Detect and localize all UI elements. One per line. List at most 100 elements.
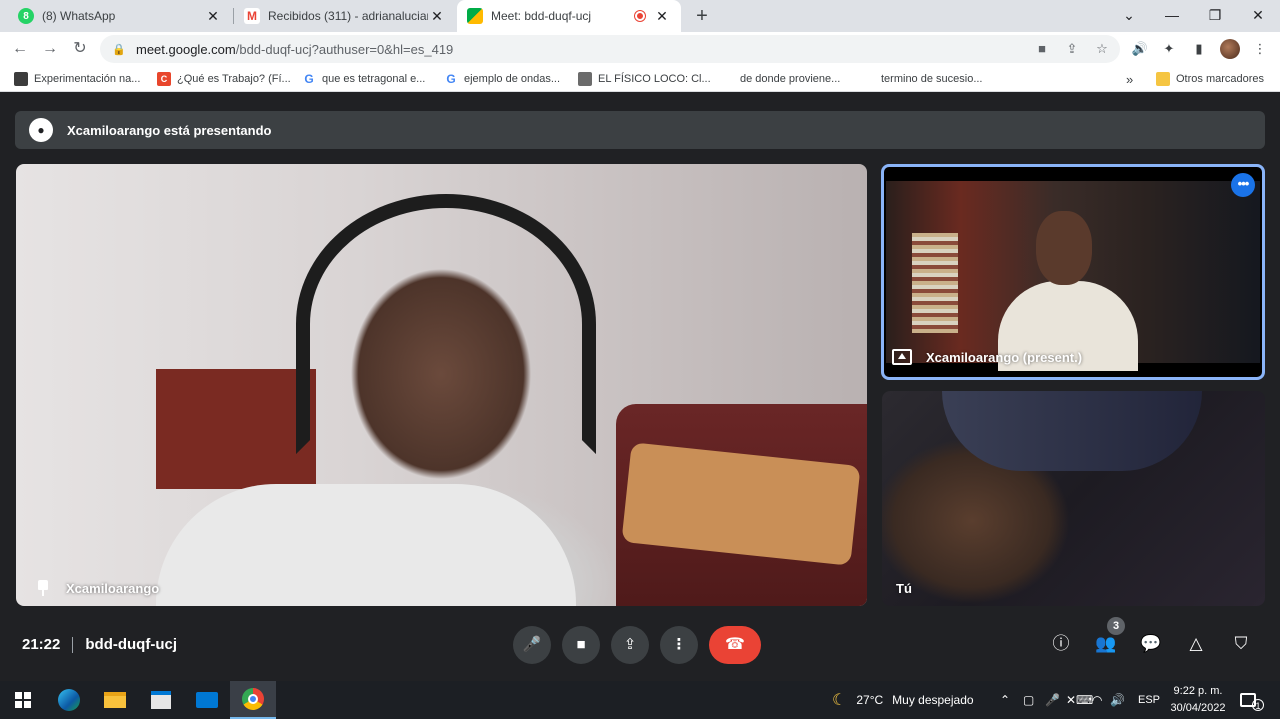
forward-arrow-icon[interactable]: → bbox=[38, 37, 62, 61]
tab-gmail[interactable]: M Recibidos (311) - adrianaluciarinc ✕ bbox=[234, 0, 456, 32]
notification-icon bbox=[1240, 693, 1256, 707]
meet-call-area: ● Xcamiloarango está presentando Xcamilo… bbox=[0, 93, 1280, 681]
meeting-code: bdd-duqf-ucj bbox=[85, 636, 178, 653]
bookmark-favicon-icon bbox=[14, 72, 28, 86]
bookmark-item[interactable]: Experimentación na... bbox=[14, 71, 140, 87]
google-icon: G bbox=[444, 72, 458, 86]
bookmark-favicon-icon bbox=[578, 72, 592, 86]
language-indicator[interactable]: ESP bbox=[1138, 681, 1160, 719]
main-participant-video[interactable]: Xcamiloarango bbox=[16, 164, 867, 606]
lock-icon: 🔒 bbox=[112, 43, 126, 56]
participant-name: Tú bbox=[896, 581, 912, 596]
address-bar[interactable]: 🔒 meet.google.com/bdd-duqf-ucj?authuser=… bbox=[100, 35, 1120, 63]
camera-icon[interactable]: ■ bbox=[1033, 41, 1051, 57]
meeting-details-info-icon[interactable]: ⓘ bbox=[1048, 631, 1074, 657]
bookmark-label: EL FÍSICO LOCO: Cl... bbox=[598, 73, 711, 85]
presenter-avatar: ● bbox=[29, 118, 53, 142]
windows-logo-icon bbox=[15, 692, 31, 708]
menu-dots-icon[interactable]: ⋮ bbox=[1250, 40, 1270, 58]
close-icon[interactable]: ✕ bbox=[428, 8, 446, 25]
minimize-button[interactable]: — bbox=[1150, 0, 1194, 32]
close-icon[interactable]: ✕ bbox=[653, 8, 671, 25]
wifi-icon[interactable]: ◠ bbox=[1092, 681, 1102, 719]
meet-tray-icon[interactable]: ▢ bbox=[1023, 681, 1034, 719]
folder-icon bbox=[1156, 72, 1170, 86]
tab-title: (8) WhatsApp bbox=[42, 9, 116, 23]
folder-icon bbox=[104, 692, 126, 708]
bookmark-item[interactable]: EL FÍSICO LOCO: Cl... bbox=[578, 71, 711, 87]
store-icon bbox=[151, 691, 171, 709]
bookmark-favicon-icon: C bbox=[157, 72, 171, 86]
mail-taskbar-button[interactable] bbox=[184, 681, 230, 719]
bookmark-item[interactable]: de donde proviene... bbox=[720, 71, 840, 87]
bookmark-item[interactable]: termino de sucesio... bbox=[861, 71, 983, 87]
participant-name: Xcamiloarango (present.) bbox=[926, 349, 1083, 365]
tab-whatsapp[interactable]: 8 (8) WhatsApp ✕ bbox=[8, 0, 232, 32]
presentation-tile[interactable]: ••• Xcamiloarango (present.) bbox=[881, 164, 1265, 380]
camera-button[interactable]: ■ bbox=[562, 626, 600, 664]
chrome-taskbar-button[interactable] bbox=[230, 681, 276, 719]
bookmark-item[interactable]: C ¿Qué es Trabajo? (Fí... bbox=[157, 71, 291, 87]
profile-avatar[interactable] bbox=[1220, 39, 1240, 59]
host-controls-shield-icon[interactable]: ⛉ bbox=[1228, 631, 1254, 657]
bookmark-star-icon[interactable]: ☆ bbox=[1093, 41, 1111, 57]
back-arrow-icon[interactable]: ← bbox=[8, 37, 32, 61]
share-icon[interactable]: ⇪ bbox=[1063, 41, 1081, 57]
new-tab-button[interactable]: + bbox=[690, 4, 714, 28]
meet-controls-bar: 21:22 bdd-duqf-ucj 🎤 ■ ⇪ ⋮ ☎ ⓘ 👥 3 💬 △ ⛉ bbox=[0, 614, 1280, 674]
participant-name: Xcamiloarango bbox=[66, 580, 160, 596]
edge-icon bbox=[58, 689, 80, 711]
other-bookmarks[interactable]: Otros marcadores bbox=[1156, 71, 1264, 87]
more-options-dots-icon[interactable]: ⋮ bbox=[660, 626, 698, 664]
meeting-info: 21:22 bdd-duqf-ucj bbox=[22, 636, 177, 653]
maximize-button[interactable]: ❐ bbox=[1193, 0, 1237, 32]
video-scenery bbox=[156, 484, 576, 606]
video-scenery bbox=[156, 369, 316, 489]
notifications-button[interactable]: 1 bbox=[1240, 681, 1264, 719]
tab-search-icon[interactable]: ⌄ bbox=[1107, 0, 1151, 32]
volume-icon[interactable]: 🔊 bbox=[1110, 681, 1125, 719]
more-bookmarks-chevron[interactable]: » bbox=[1126, 71, 1133, 87]
bookmark-label: ejemplo de ondas... bbox=[464, 73, 561, 85]
url-path: /bdd-duqf-ucj?authuser=0&hl=es_419 bbox=[235, 41, 454, 57]
browser-toolbar: ← → ↻ 🔒 meet.google.com/bdd-duqf-ucj?aut… bbox=[0, 32, 1280, 66]
tab-title: Recibidos (311) - adrianaluciarinc bbox=[268, 9, 428, 23]
video-scenery bbox=[296, 194, 596, 454]
bookmark-label: ¿Qué es Trabajo? (Fí... bbox=[177, 73, 291, 85]
more-options-button[interactable]: ••• bbox=[1231, 173, 1255, 197]
bookmark-item[interactable]: G ejemplo de ondas... bbox=[444, 71, 560, 87]
participant-label: Xcamiloarango bbox=[28, 580, 159, 596]
video-scenery bbox=[912, 233, 958, 333]
chat-icon[interactable]: 💬 bbox=[1138, 631, 1164, 657]
edge-taskbar-button[interactable] bbox=[46, 681, 92, 719]
activities-icon[interactable]: △ bbox=[1183, 631, 1209, 657]
close-icon[interactable]: ✕ bbox=[204, 8, 222, 25]
side-panel-icon[interactable]: ▮ bbox=[1189, 40, 1209, 58]
tab-meet[interactable]: Meet: bdd-duqf-ucj ✕ bbox=[457, 0, 681, 32]
bookmark-label: termino de sucesio... bbox=[881, 73, 983, 85]
store-taskbar-button[interactable] bbox=[138, 681, 184, 719]
divider bbox=[72, 636, 74, 653]
media-control-icon[interactable]: 🔊 bbox=[1130, 40, 1150, 58]
pin-icon[interactable] bbox=[36, 580, 50, 596]
end-call-button[interactable]: ☎ bbox=[709, 626, 761, 664]
bookmark-label: Otros marcadores bbox=[1176, 73, 1265, 85]
start-button[interactable] bbox=[0, 681, 46, 719]
microphone-tray-icon[interactable]: 🎤 bbox=[1045, 681, 1060, 719]
weather-widget[interactable]: ☾ 27°C Muy despejado bbox=[832, 681, 974, 719]
video-scenery bbox=[1036, 211, 1092, 285]
tray-chevron-icon[interactable]: ⌃ bbox=[1000, 681, 1010, 719]
reload-icon[interactable]: ↻ bbox=[68, 37, 92, 61]
microphone-button[interactable]: 🎤 bbox=[513, 626, 551, 664]
file-explorer-taskbar-button[interactable] bbox=[92, 681, 138, 719]
meeting-time: 21:22 bbox=[22, 636, 61, 653]
tab-title: Meet: bdd-duqf-ucj bbox=[491, 9, 592, 23]
ime-icon[interactable]: ✕⌨ bbox=[1066, 681, 1093, 719]
meet-icon bbox=[467, 8, 483, 24]
clock[interactable]: 9:22 p. m. 30/04/2022 bbox=[1166, 683, 1230, 717]
present-now-button[interactable]: ⇪ bbox=[611, 626, 649, 664]
close-window-button[interactable]: ✕ bbox=[1236, 0, 1280, 32]
bookmark-item[interactable]: G que es tetragonal e... bbox=[302, 71, 425, 87]
extensions-icon[interactable]: ✦ bbox=[1159, 40, 1179, 58]
self-video-tile[interactable]: Tú bbox=[882, 391, 1265, 606]
